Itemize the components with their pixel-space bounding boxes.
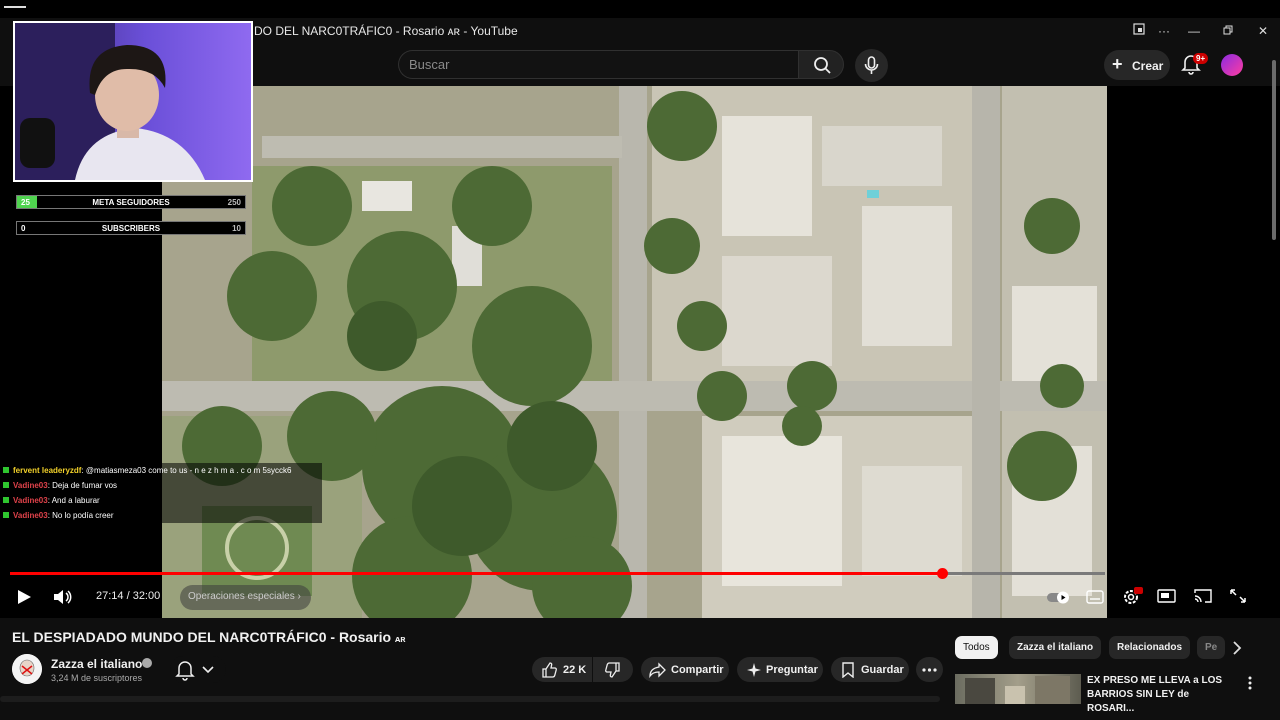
chat-badge-icon bbox=[3, 512, 9, 518]
subscribers-goal-target: 10 bbox=[232, 224, 241, 233]
voice-search-button[interactable] bbox=[855, 49, 888, 82]
save-label: Guardar bbox=[861, 664, 904, 676]
chat-username: fervent leaderyzdf bbox=[13, 466, 82, 475]
subscription-bell-button[interactable] bbox=[170, 656, 226, 683]
share-label: Compartir bbox=[671, 664, 724, 676]
app-install-icon[interactable] bbox=[1129, 22, 1149, 40]
video-player[interactable] bbox=[162, 86, 1107, 618]
volume-icon[interactable] bbox=[52, 588, 74, 611]
window-title: DO DEL NARC0TRÁFIC0 - Rosario ᴀʀ - YouTu… bbox=[254, 24, 518, 38]
thumbs-down-icon bbox=[605, 662, 620, 678]
subscribers-goal-label: SUBSCRIBERS bbox=[101, 224, 161, 233]
chevron-right-icon[interactable] bbox=[1229, 640, 1245, 656]
ask-label: Preguntar bbox=[766, 664, 818, 676]
share-button[interactable]: Compartir bbox=[641, 657, 729, 682]
channel-name[interactable]: Zazza el italiano bbox=[51, 657, 142, 671]
menu-icon[interactable] bbox=[4, 6, 26, 8]
notification-badge: 9+ bbox=[1193, 53, 1209, 64]
chapter-title: Operaciones especiales bbox=[188, 591, 295, 602]
page-scrollbar[interactable] bbox=[1270, 60, 1278, 700]
chat-badge-icon bbox=[3, 467, 9, 473]
more-actions-button[interactable] bbox=[916, 657, 943, 682]
followers-goal-target: 250 bbox=[227, 198, 241, 207]
microphone-icon bbox=[864, 56, 879, 74]
chat-message: Vadine03: And a laburar bbox=[0, 493, 322, 508]
followers-goal-label: META SEGUIDORES bbox=[92, 198, 170, 207]
recommendation-title[interactable]: EX PRESO ME LLEVA a LOS BARRIOS SIN LEY … bbox=[1087, 674, 1237, 716]
progress-bar-played bbox=[10, 572, 942, 575]
scrollbar-thumb[interactable] bbox=[1272, 60, 1276, 240]
bookmark-icon bbox=[842, 662, 854, 678]
stream-chat-overlay: fervent leaderyzdf: @matiasmeza03 come t… bbox=[0, 463, 322, 523]
chat-message: Vadine03: No lo podía creer bbox=[0, 508, 322, 523]
search-input[interactable] bbox=[409, 57, 779, 72]
create-button[interactable]: + Crear bbox=[1104, 50, 1170, 80]
settings-gear-icon[interactable] bbox=[1121, 586, 1143, 611]
fullscreen-icon[interactable] bbox=[1229, 588, 1247, 609]
like-button[interactable]: 22 K bbox=[532, 657, 592, 682]
chevron-right-icon: › bbox=[297, 591, 301, 602]
dislike-button[interactable] bbox=[593, 657, 633, 682]
chat-text: : And a laburar bbox=[47, 496, 100, 505]
subscribers-goal-bar: 0 SUBSCRIBERS 10 bbox=[16, 221, 246, 235]
chapter-button[interactable]: Operaciones especiales › bbox=[180, 585, 311, 610]
video-frame-aerial-view bbox=[162, 86, 1107, 618]
play-icon[interactable] bbox=[14, 588, 34, 611]
restore-icon[interactable] bbox=[1218, 22, 1238, 40]
chip-related[interactable]: Relacionados bbox=[1109, 636, 1191, 659]
chat-username: Vadine03 bbox=[13, 481, 48, 490]
followers-goal-bar: 25 META SEGUIDORES 250 bbox=[16, 195, 246, 209]
chat-badge-icon bbox=[3, 497, 9, 503]
more-options-icon[interactable]: ··· bbox=[1154, 22, 1174, 40]
channel-avatar[interactable] bbox=[12, 654, 42, 684]
streamer-figure bbox=[15, 23, 205, 180]
video-title-text: EL DESPIADADO MUNDO DEL NARC0TRÁFIC0 - R… bbox=[12, 629, 392, 645]
subscriber-count: 3,24 M de suscriptores bbox=[51, 673, 143, 683]
share-icon bbox=[649, 662, 666, 678]
chat-text: : No lo podía creer bbox=[47, 511, 114, 520]
os-top-strip bbox=[0, 0, 1280, 18]
chat-username: Vadine03 bbox=[13, 511, 48, 520]
like-count: 22 K bbox=[563, 664, 587, 676]
miniplayer-icon[interactable] bbox=[1157, 588, 1177, 609]
sparkle-icon bbox=[747, 663, 761, 677]
chat-username: Vadine03 bbox=[13, 496, 48, 505]
plus-icon: + bbox=[1112, 54, 1123, 74]
streamer-webcam bbox=[13, 21, 253, 182]
more-horizontal-icon bbox=[922, 668, 937, 672]
verified-check-icon bbox=[142, 658, 152, 668]
chip-todos[interactable]: Todos bbox=[955, 636, 998, 659]
video-title-suffix: ᴀʀ bbox=[394, 634, 406, 644]
subtitles-icon[interactable] bbox=[1086, 589, 1104, 610]
chat-message: Vadine03: Deja de fumar vos bbox=[0, 478, 322, 493]
more-vertical-icon[interactable] bbox=[1245, 675, 1255, 691]
search-button[interactable] bbox=[798, 50, 844, 79]
chip-truncated[interactable]: Pe bbox=[1197, 636, 1225, 659]
chip-channel[interactable]: Zazza el italiano bbox=[1009, 636, 1102, 659]
search-box bbox=[398, 50, 798, 79]
close-icon[interactable]: ✕ bbox=[1253, 22, 1273, 40]
progress-scrubber-handle[interactable] bbox=[937, 568, 948, 579]
autoplay-toggle[interactable] bbox=[1046, 589, 1072, 610]
cast-icon[interactable] bbox=[1193, 588, 1213, 609]
player-letterbox-right bbox=[1107, 86, 1280, 618]
description-box-edge bbox=[0, 696, 940, 702]
chat-message: fervent leaderyzdf: @matiasmeza03 come t… bbox=[0, 463, 322, 478]
account-avatar[interactable] bbox=[1221, 54, 1243, 76]
thumbs-up-icon bbox=[542, 662, 557, 678]
search-icon bbox=[814, 57, 831, 74]
recommendation-thumbnail[interactable] bbox=[955, 674, 1081, 704]
chat-text: : @matiasmeza03 come to us - n e z h m a… bbox=[81, 466, 292, 475]
chat-text: : Deja de fumar vos bbox=[47, 481, 118, 490]
minimize-icon[interactable]: — bbox=[1184, 22, 1204, 40]
save-button[interactable]: Guardar bbox=[831, 657, 909, 682]
time-display: 27:14 / 32:00 bbox=[96, 590, 161, 602]
chat-badge-icon bbox=[3, 482, 9, 488]
video-title: EL DESPIADADO MUNDO DEL NARC0TRÁFIC0 - R… bbox=[12, 629, 406, 645]
ask-button[interactable]: Preguntar bbox=[737, 657, 823, 682]
